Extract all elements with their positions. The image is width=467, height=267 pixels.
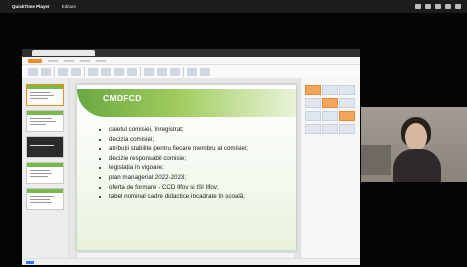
- app-name-menu[interactable]: QuickTime Player: [12, 4, 50, 9]
- menu-placeholder[interactable]: [96, 59, 106, 62]
- person-body: [393, 149, 441, 182]
- control-center-icon[interactable]: [455, 4, 461, 9]
- shapes-icon[interactable]: [187, 68, 197, 76]
- bullets-icon[interactable]: [170, 68, 180, 76]
- layout-option[interactable]: [339, 111, 355, 121]
- layout-grid: [301, 82, 360, 137]
- menu-button[interactable]: [28, 58, 42, 63]
- bullet-item: tabel nominal cadre didactice încadrate …: [109, 192, 248, 202]
- bullet-item: oferta de formare - CCD Ilfov si ISI Ilf…: [109, 183, 248, 193]
- bold-icon[interactable]: [88, 68, 98, 76]
- layout-option[interactable]: [339, 98, 355, 108]
- bullet-item: atribuții stabilite pentru fiecare membr…: [109, 144, 248, 154]
- layout-option[interactable]: [339, 85, 355, 95]
- bullet-item: decizia comisiei;: [109, 135, 248, 145]
- separator: [54, 67, 55, 77]
- layout-option[interactable]: [305, 111, 321, 121]
- menu-placeholder[interactable]: [48, 59, 58, 62]
- slide-thumbnail[interactable]: [26, 162, 64, 184]
- separator: [84, 67, 85, 77]
- slide-thumbnail[interactable]: [26, 84, 64, 106]
- bullet-item: caietul comisiei, înregistrat;: [109, 125, 248, 135]
- slide-canvas: CMDFCD caietul comisiei, înregistrat; de…: [69, 78, 300, 265]
- layout-option[interactable]: [322, 85, 338, 95]
- status-bar: [22, 258, 360, 265]
- slide-thumbnail[interactable]: [26, 188, 64, 210]
- bullet-item: plan managerial 2022-2023;: [109, 173, 248, 183]
- webcam-video-feed: [361, 107, 467, 182]
- bullet-item: legislația în vigoare;: [109, 163, 248, 173]
- document-tab[interactable]: [32, 50, 95, 56]
- layout-option[interactable]: [322, 124, 338, 134]
- bullet-item: decizie responsabil comisie;: [109, 154, 248, 164]
- underline-icon[interactable]: [114, 68, 124, 76]
- layout-option[interactable]: [322, 111, 338, 121]
- layout-icon[interactable]: [71, 68, 81, 76]
- wifi-icon[interactable]: [425, 4, 431, 9]
- separator: [140, 67, 141, 77]
- layout-option[interactable]: [305, 98, 321, 108]
- slide-thumbnail[interactable]: [26, 110, 64, 132]
- menu-placeholder[interactable]: [64, 59, 74, 62]
- new-slide-icon[interactable]: [58, 68, 68, 76]
- slide-title[interactable]: CMDFCD: [103, 93, 142, 103]
- menubar-status-area: [415, 0, 461, 13]
- menu-edit[interactable]: Editare: [62, 4, 76, 9]
- picture-icon[interactable]: [200, 68, 210, 76]
- macos-menubar: QuickTime Player Editare: [0, 0, 467, 13]
- search-icon[interactable]: [445, 4, 451, 9]
- cut-icon[interactable]: [41, 68, 51, 76]
- layout-option[interactable]: [339, 124, 355, 134]
- title-bar: [22, 49, 360, 57]
- slide-view-button[interactable]: [26, 260, 34, 264]
- record-icon[interactable]: [415, 4, 421, 9]
- slide-bullet-list[interactable]: caietul comisiei, înregistrat; decizia c…: [101, 125, 248, 202]
- align-left-icon[interactable]: [144, 68, 154, 76]
- editor-menu-row: [22, 57, 360, 65]
- slide-thumbnails-pane: [22, 78, 69, 265]
- menu-placeholder[interactable]: [80, 59, 90, 62]
- align-center-icon[interactable]: [157, 68, 167, 76]
- layout-option[interactable]: [305, 124, 321, 134]
- presentation-editor-window: CMDFCD caietul comisiei, înregistrat; de…: [22, 49, 360, 265]
- layout-option[interactable]: [322, 98, 338, 108]
- background-shelf: [361, 145, 391, 175]
- separator: [183, 67, 184, 77]
- italic-icon[interactable]: [101, 68, 111, 76]
- battery-icon[interactable]: [435, 4, 441, 9]
- design-panel: [300, 78, 360, 265]
- current-slide[interactable]: CMDFCD caietul comisiei, înregistrat; de…: [76, 84, 297, 251]
- font-color-icon[interactable]: [127, 68, 137, 76]
- layout-option[interactable]: [305, 85, 321, 95]
- paste-icon[interactable]: [28, 68, 38, 76]
- person-face: [405, 123, 427, 151]
- slide-thumbnail[interactable]: [26, 136, 64, 158]
